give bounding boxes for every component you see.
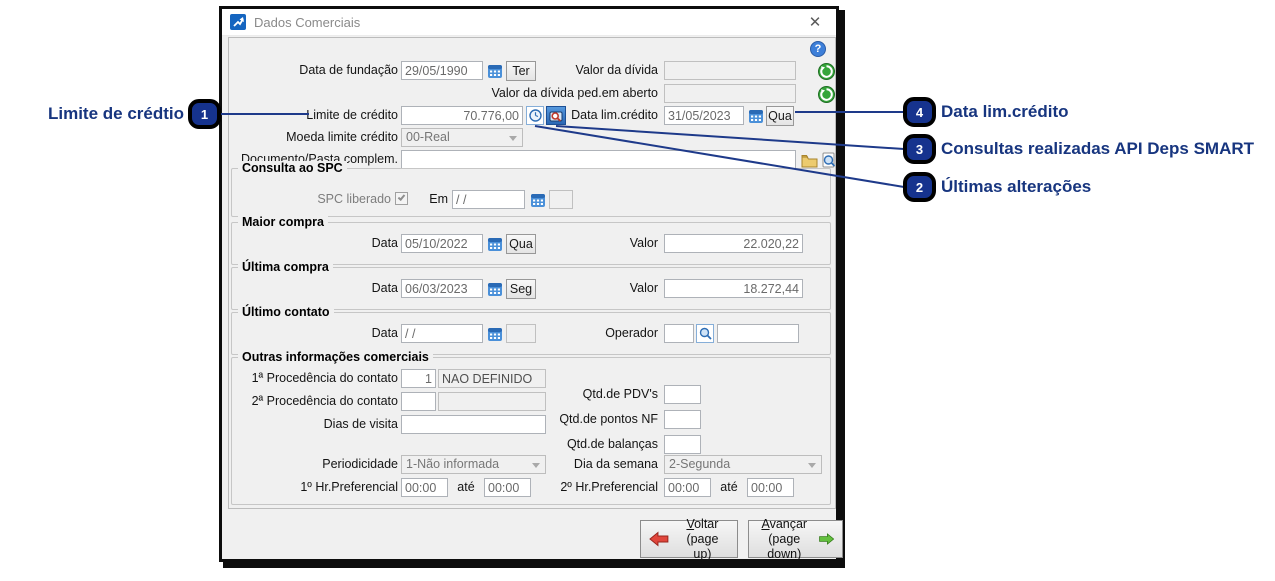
screenshot-canvas: Dados Comerciais ✕ ? Data de fundação Te… (0, 0, 1275, 581)
group-ultimo-contato-title: Último contato (238, 305, 334, 319)
app-icon (230, 14, 246, 30)
ultimo-contato-data-input[interactable] (401, 324, 483, 343)
help-icon[interactable]: ? (810, 41, 826, 57)
arrow-right-icon (818, 531, 834, 547)
dias-visita-label: Dias de visita (231, 415, 398, 434)
valor-divida-input[interactable] (664, 61, 796, 80)
annotation-label-limite-credito: Limite de crédtio (4, 104, 184, 124)
search-icon[interactable] (696, 324, 714, 343)
qtd-balancas-label: Qtd.de balanças (491, 435, 658, 454)
limite-credito-label: Limite de crédito (231, 106, 398, 125)
hr1-ate-label: até (451, 478, 481, 497)
dados-comerciais-dialog: Dados Comerciais ✕ ? Data de fundação Te… (219, 6, 839, 562)
qtd-balancas-input[interactable] (664, 435, 701, 454)
window-title: Dados Comerciais (254, 15, 360, 30)
avancar-initial: A (761, 517, 769, 531)
valor-divida-label: Valor da dívida (483, 61, 658, 80)
hr2-from-input[interactable] (664, 478, 711, 497)
maior-compra-valor-label: Valor (483, 234, 658, 253)
check-icon (398, 193, 406, 201)
dia-semana-label: Dia da semana (491, 455, 658, 474)
annotation-label-data-lim-credito: Data lim.crédito (941, 102, 1069, 122)
data-lim-credito-input[interactable] (664, 106, 744, 125)
operador-code-input[interactable] (664, 324, 694, 343)
spc-liberado-checkbox[interactable] (395, 192, 408, 205)
spc-em-weekday-box (549, 190, 573, 209)
chevron-down-icon (509, 136, 517, 141)
hr1-from-input[interactable] (401, 478, 448, 497)
proc1-code-input[interactable] (401, 369, 436, 388)
data-fundacao-input[interactable] (401, 61, 483, 80)
voltar-button-label: Voltar (page up) (676, 517, 729, 562)
periodicidade-label: Periodicidade (231, 455, 398, 474)
data-lim-credito-label: Data lim.crédito (483, 106, 658, 125)
ultima-compra-valor-label: Valor (483, 279, 658, 298)
qtd-pdv-input[interactable] (664, 385, 701, 404)
maior-compra-valor-input[interactable] (664, 234, 803, 253)
ultima-compra-data-label: Data (231, 279, 398, 298)
annotation-badge-2: 2 (903, 172, 936, 202)
voltar-rest: oltar (694, 517, 718, 531)
close-icon[interactable]: ✕ (806, 13, 824, 31)
document-search-icon[interactable] (819, 150, 838, 169)
qtd-pontos-nf-input[interactable] (664, 410, 701, 429)
voltar-sub: (page up) (686, 532, 718, 561)
moeda-limite-value: 00-Real (406, 130, 450, 144)
spc-em-label: Em (424, 190, 448, 209)
hr1-preferencial-label: 1º Hr.Preferencial (231, 478, 398, 497)
form-panel: ? Data de fundação Ter Valor da dívida V… (228, 37, 836, 509)
group-ultima-compra-title: Última compra (238, 260, 333, 274)
avancar-rest: vançar (770, 517, 808, 531)
annotation-badge-3: 3 (903, 134, 936, 164)
ultima-compra-data-input[interactable] (401, 279, 483, 298)
group-maior-compra-title: Maior compra (238, 215, 328, 229)
dia-semana-select[interactable]: 2-Segunda (664, 455, 822, 474)
refresh-icon[interactable] (817, 62, 836, 81)
maior-compra-data-input[interactable] (401, 234, 483, 253)
valor-divida-aberto-label: Valor da dívida ped.em aberto (483, 84, 658, 103)
periodicidade-value: 1-Não informada (406, 457, 499, 471)
annotation-badge-1: 1 (188, 99, 221, 129)
titlebar: Dados Comerciais ✕ (222, 9, 836, 36)
valor-divida-aberto-input[interactable] (664, 84, 796, 103)
hr2-preferencial-label: 2º Hr.Preferencial (491, 478, 658, 497)
calendar-icon[interactable] (746, 106, 765, 125)
arrow-left-icon (649, 531, 670, 547)
moeda-limite-select[interactable]: 00-Real (401, 128, 523, 147)
ultima-compra-valor-input[interactable] (664, 279, 803, 298)
annotation-badge-4: 4 (903, 97, 936, 127)
data-lim-credito-weekday-button[interactable]: Qua (766, 106, 794, 126)
proc2-label: 2ª Procedência do contato (231, 392, 398, 411)
avancar-button[interactable]: Avançar (page down) (748, 520, 843, 558)
operador-label: Operador (483, 324, 658, 343)
avancar-button-label: Avançar (page down) (757, 517, 812, 562)
ultimo-contato-data-label: Data (231, 324, 398, 343)
documento-pasta-input[interactable] (401, 150, 796, 169)
spc-em-date-input[interactable] (452, 190, 525, 209)
annotation-label-ultimas-alteracoes: Últimas alterações (941, 177, 1091, 197)
operador-name-input[interactable] (717, 324, 799, 343)
qtd-pdv-label: Qtd.de PDV's (491, 385, 658, 404)
chevron-down-icon (808, 463, 816, 468)
group-consulta-spc-title: Consulta ao SPC (238, 161, 347, 175)
proc2-code-input[interactable] (401, 392, 436, 411)
spc-liberado-label: SPC liberado (231, 190, 391, 209)
data-fundacao-label: Data de fundação (231, 61, 398, 80)
proc1-label: 1ª Procedência do contato (231, 369, 398, 388)
voltar-button[interactable]: Voltar (page up) (640, 520, 738, 558)
calendar-icon[interactable] (528, 190, 547, 209)
qtd-pontos-nf-label: Qtd.de pontos NF (491, 410, 658, 429)
dia-semana-value: 2-Segunda (669, 457, 730, 471)
hr2-ate-label: até (714, 478, 744, 497)
refresh-icon[interactable] (817, 85, 836, 104)
moeda-limite-label: Moeda limite crédito (231, 128, 398, 147)
avancar-sub: (page down) (767, 532, 801, 561)
voltar-initial: V (686, 517, 694, 531)
maior-compra-data-label: Data (231, 234, 398, 253)
hr2-to-input[interactable] (747, 478, 794, 497)
group-outras-informacoes-title: Outras informações comerciais (238, 350, 433, 364)
annotation-label-consultas-api: Consultas realizadas API Deps SMART (941, 139, 1254, 159)
